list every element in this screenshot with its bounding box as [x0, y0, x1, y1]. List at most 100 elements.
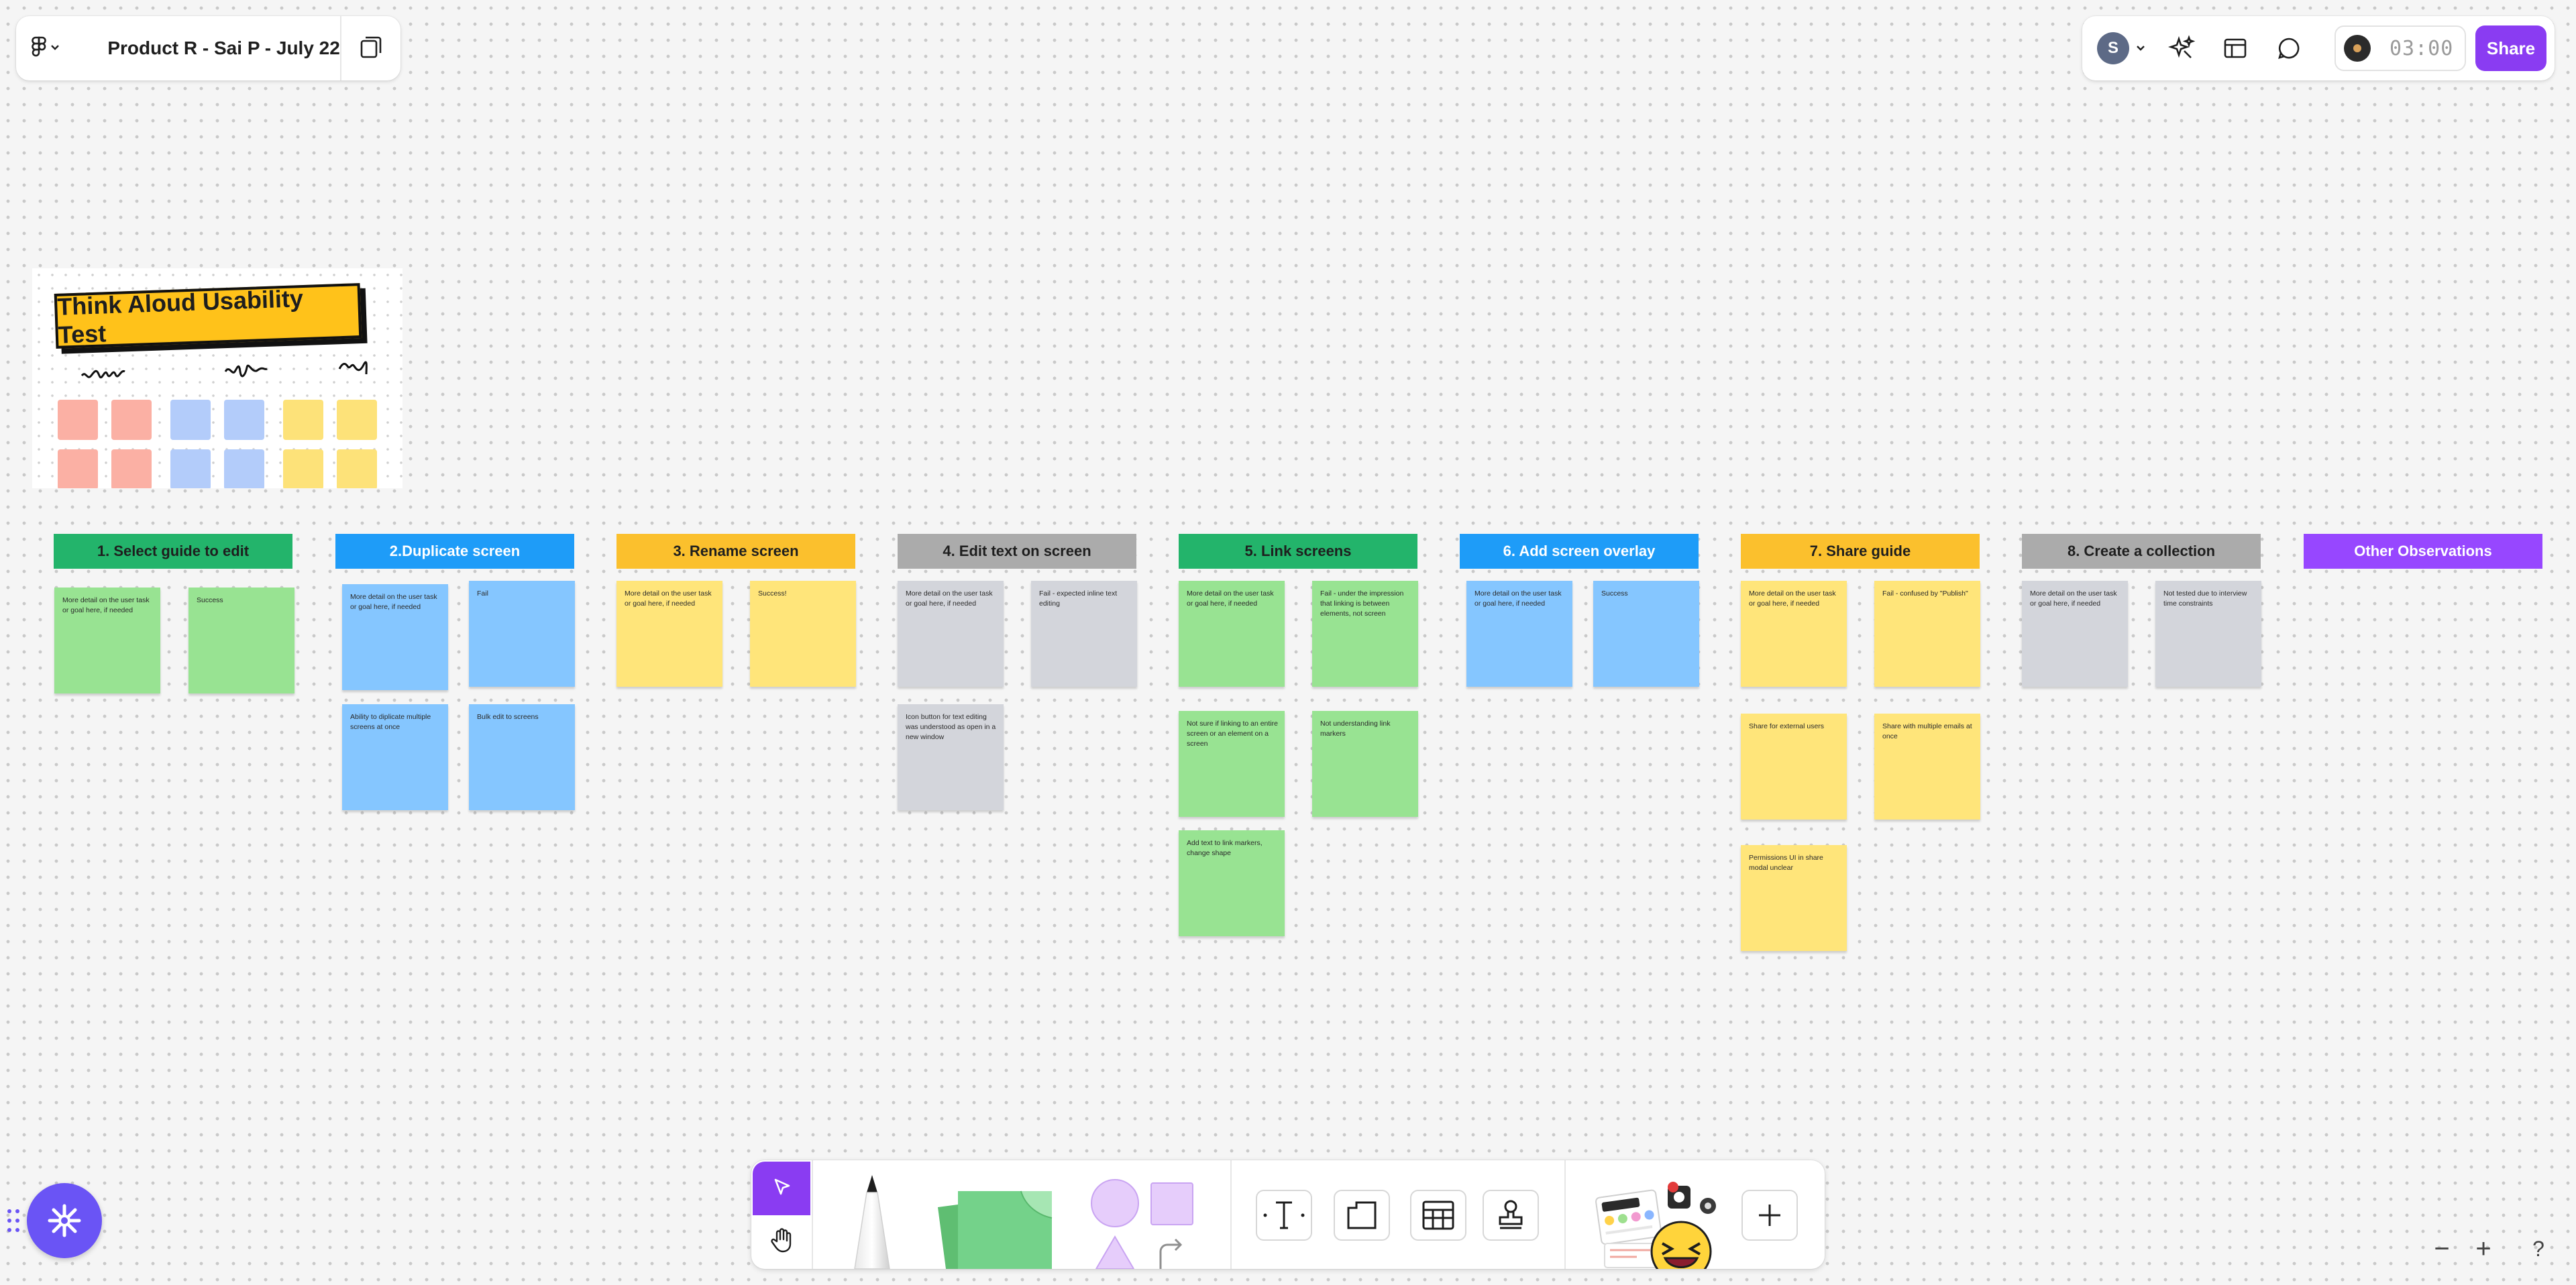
figma-logo-icon: [32, 36, 46, 61]
sticky-note[interactable]: More detail on the user task or goal her…: [342, 584, 448, 690]
cover-square: [111, 400, 152, 440]
sticky-note[interactable]: More detail on the user task or goal her…: [1466, 581, 1572, 687]
sticky-note[interactable]: Permissions UI in share modal unclear: [1741, 845, 1847, 951]
pages-button[interactable]: [341, 16, 400, 80]
music-disc-icon: [2344, 35, 2371, 62]
column-header-select-guide[interactable]: 1. Select guide to edit: [54, 534, 292, 569]
sticky-note[interactable]: Bulk edit to screens: [469, 704, 575, 810]
column-header-edit-text[interactable]: 4. Edit text on screen: [898, 534, 1136, 569]
plugin-launcher-button[interactable]: [27, 1183, 102, 1258]
cover-title: Think Aloud Usability Test: [54, 283, 362, 349]
sticky-note-tool[interactable]: [927, 1180, 1068, 1269]
sticky-note[interactable]: Share for external users: [1741, 714, 1847, 820]
table-tool[interactable]: [1410, 1190, 1466, 1241]
widgets-icon: [1595, 1182, 1716, 1269]
sticky-note[interactable]: Fail - confused by "Publish": [1874, 581, 1980, 687]
cover-square: [224, 400, 264, 440]
share-button[interactable]: Share: [2475, 25, 2546, 71]
main-menu-button[interactable]: [16, 16, 75, 80]
sticky-note[interactable]: Not sure if linking to an entire screen …: [1179, 711, 1285, 817]
circle-shape[interactable]: [1089, 1178, 1140, 1229]
cover-square: [224, 449, 264, 488]
layout-icon[interactable]: [2219, 32, 2251, 64]
sticky-note[interactable]: Success: [1593, 581, 1699, 687]
avatar[interactable]: S: [2097, 32, 2129, 64]
header-actions: S 03:00 Share: [2082, 16, 2555, 80]
cover-square: [337, 449, 377, 488]
plus-icon: [1759, 1205, 1780, 1226]
cover-square: [283, 449, 323, 488]
divider: [812, 1160, 813, 1269]
help-button[interactable]: ?: [2521, 1231, 2556, 1266]
cover-square: [283, 400, 323, 440]
column-header-other-observations[interactable]: Other Observations: [2304, 534, 2542, 569]
comment-icon[interactable]: [2273, 32, 2305, 64]
sticky-note[interactable]: Icon button for text editing was underst…: [898, 704, 1004, 810]
cover-square: [58, 449, 98, 488]
sticky-note[interactable]: More detail on the user task or goal her…: [616, 581, 722, 687]
triangle-shape[interactable]: [1093, 1234, 1136, 1269]
column-header-duplicate-screen[interactable]: 2.Duplicate screen: [335, 534, 574, 569]
cover-square: [170, 449, 211, 488]
zoom-in-button[interactable]: +: [2466, 1231, 2501, 1266]
text-icon: [1263, 1201, 1305, 1229]
marker-icon: [854, 1175, 890, 1269]
timer-value: 03:00: [2390, 36, 2454, 60]
chevron-down-icon[interactable]: [2131, 32, 2151, 64]
cover-square: [111, 449, 152, 488]
sticky-note[interactable]: More detail on the user task or goal her…: [898, 581, 1004, 687]
column-header-create-collection[interactable]: 8. Create a collection: [2022, 534, 2261, 569]
column-header-link-screens[interactable]: 5. Link screens: [1179, 534, 1417, 569]
widgets-tool[interactable]: [1587, 1174, 1728, 1269]
ai-sparkle-icon[interactable]: [2165, 32, 2198, 64]
sticky-note[interactable]: Ability to diplicate multiple screens at…: [342, 704, 448, 810]
section-icon: [1347, 1201, 1377, 1229]
cover-square: [58, 400, 98, 440]
sticky-note[interactable]: Fail - under the impression that linking…: [1312, 581, 1418, 687]
divider: [1230, 1160, 1232, 1269]
move-tool[interactable]: [753, 1162, 810, 1215]
sticky-note[interactable]: Not tested due to interview time constra…: [2155, 581, 2261, 687]
cursor-icon: [770, 1176, 793, 1202]
file-title[interactable]: Product R - Sai P - July 22: [107, 38, 339, 59]
divider: [1564, 1160, 1566, 1269]
sticky-note[interactable]: Add text to link markers, change shape: [1179, 830, 1285, 936]
sticky-note[interactable]: More detail on the user task or goal her…: [1179, 581, 1285, 687]
column-header-rename-screen[interactable]: 3. Rename screen: [616, 534, 855, 569]
creation-toolbar: [751, 1160, 1825, 1269]
connector-tool[interactable]: [1154, 1231, 1187, 1269]
pages-icon: [359, 35, 383, 62]
section-tool[interactable]: [1334, 1190, 1390, 1241]
sticky-note[interactable]: Success!: [750, 581, 856, 687]
chevron-down-icon: [50, 42, 60, 54]
signature-scribbles: [80, 361, 368, 378]
marker-tool[interactable]: [839, 1171, 906, 1269]
sticky-note[interactable]: Fail: [469, 581, 575, 687]
square-shape[interactable]: [1150, 1182, 1194, 1226]
text-tool[interactable]: [1256, 1190, 1312, 1241]
stamp-tool[interactable]: [1483, 1190, 1539, 1241]
column-header-share-guide[interactable]: 7. Share guide: [1741, 534, 1980, 569]
table-icon: [1422, 1200, 1454, 1230]
sticky-note[interactable]: More detail on the user task or goal her…: [1741, 581, 1847, 687]
hand-icon: [769, 1227, 794, 1257]
sticky-note-icon: [938, 1190, 1053, 1269]
sticky-note[interactable]: Fail - expected inline text editing: [1031, 581, 1137, 687]
timer-widget[interactable]: 03:00: [2334, 25, 2466, 71]
cover-square: [170, 400, 211, 440]
flower-icon: [48, 1204, 81, 1237]
zoom-out-button[interactable]: −: [2424, 1231, 2459, 1266]
sticky-note[interactable]: More detail on the user task or goal her…: [54, 588, 160, 693]
column-header-screen-overlay[interactable]: 6. Add screen overlay: [1460, 534, 1699, 569]
stamp-icon: [1499, 1200, 1523, 1229]
drag-handle-icon[interactable]: [5, 1207, 21, 1234]
sticky-note[interactable]: Not understanding link markers: [1312, 711, 1418, 817]
sticky-note[interactable]: Success: [189, 588, 294, 693]
file-bar: Product R - Sai P - July 22: [16, 16, 400, 80]
sticky-note[interactable]: More detail on the user task or goal her…: [2022, 581, 2128, 687]
cover-square: [337, 400, 377, 440]
sticky-note[interactable]: Share with multiple emails at once: [1874, 714, 1980, 820]
hand-tool[interactable]: [753, 1215, 810, 1268]
cover-thumbnail[interactable]: Think Aloud Usability Test: [32, 268, 402, 488]
add-tool[interactable]: [1741, 1190, 1798, 1241]
